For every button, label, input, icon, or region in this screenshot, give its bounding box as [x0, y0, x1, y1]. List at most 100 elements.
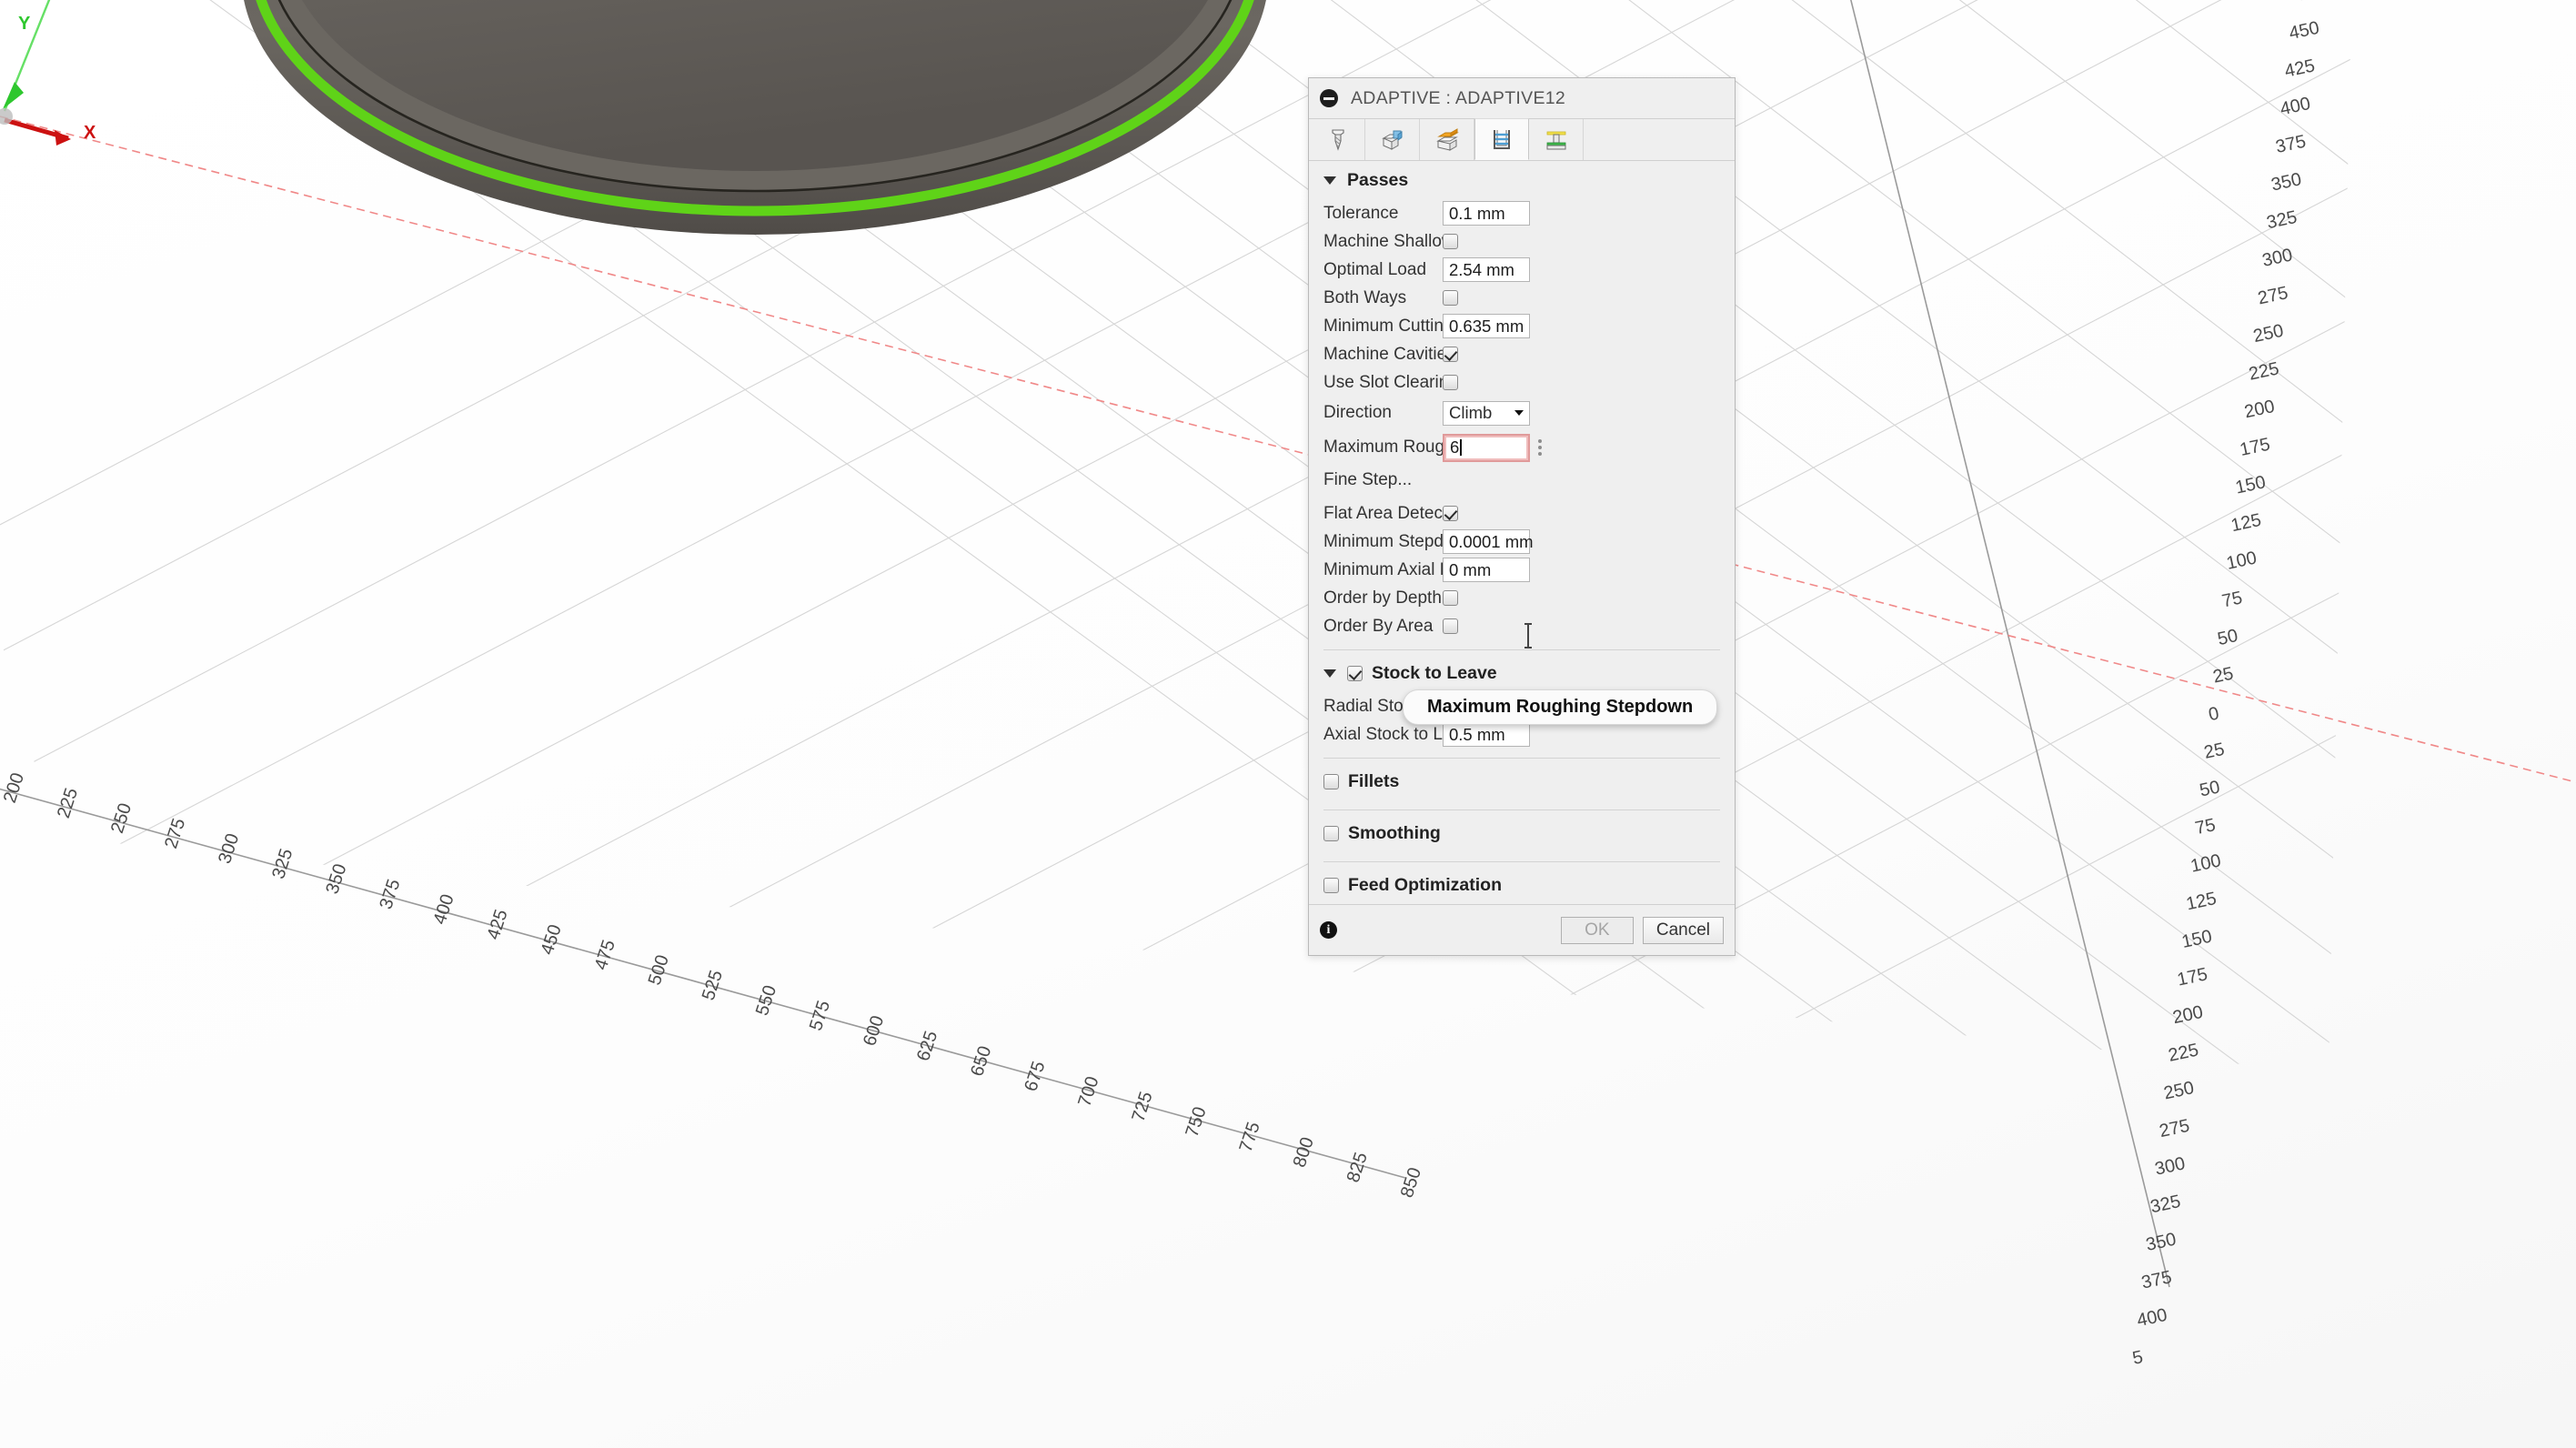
ruler-tick-label: 225: [54, 786, 82, 821]
checkbox-machine-cavities[interactable]: [1443, 347, 1458, 362]
dialog-header[interactable]: ADAPTIVE : ADAPTIVE12: [1309, 78, 1735, 119]
checkbox-both-ways[interactable]: [1443, 290, 1458, 306]
ruler-tick-label: 200: [0, 770, 28, 806]
checkbox-use-slot-clearing[interactable]: [1443, 375, 1458, 390]
section-divider-2: [1323, 758, 1720, 759]
row-minimum-cutting-radius[interactable]: Minimum Cutting I... 0.635 mm: [1309, 312, 1735, 340]
ruler-tick-label: 75: [2220, 588, 2244, 611]
passes-tab[interactable]: [1474, 118, 1529, 160]
select-direction[interactable]: Climb: [1443, 400, 1530, 426]
ruler-tick-label: 800: [1290, 1135, 1318, 1171]
dialog-body: Passes Tolerance 0.1 mm Machine Shallow …: [1309, 161, 1735, 904]
row-tolerance[interactable]: Tolerance 0.1 mm: [1309, 199, 1735, 227]
tool-tab[interactable]: [1311, 119, 1365, 160]
dialog-title: ADAPTIVE : ADAPTIVE12: [1351, 87, 1566, 108]
label-tolerance: Tolerance: [1323, 203, 1399, 223]
ruler-tick-label: 650: [967, 1043, 995, 1079]
caret-down-icon[interactable]: [1323, 669, 1336, 678]
row-fine-stepdown[interactable]: Fine Step...: [1309, 466, 1735, 494]
row-minimum-stepdown[interactable]: Minimum Stepdown 0.0001 mm: [1309, 528, 1735, 556]
ruler-tick-label: 750: [1182, 1104, 1211, 1140]
geometry-tab[interactable]: [1365, 119, 1420, 160]
caret-down-icon[interactable]: [1323, 176, 1336, 185]
cad-viewport[interactable]: X Y 450 425 400 375 350 325 300 275 250 …: [0, 0, 2576, 1448]
row-direction[interactable]: Direction Climb: [1309, 397, 1735, 429]
row-use-slot-clearing[interactable]: Use Slot Clearing: [1309, 368, 1735, 397]
input-tolerance[interactable]: 0.1 mm: [1443, 201, 1530, 226]
ruler-tick-label: 225: [2167, 1040, 2200, 1065]
ruler-tick-label: 425: [2283, 55, 2317, 81]
heights-tab[interactable]: [1420, 119, 1474, 160]
section-feed-optimization[interactable]: Feed Optimization: [1309, 866, 1735, 904]
row-maximum-roughing-stepdown[interactable]: Maximum Roughin... 6: [1309, 429, 1735, 466]
adaptive-clearing-dialog[interactable]: ADAPTIVE : ADAPTIVE12 Passes Tolerance 0…: [1308, 77, 1736, 956]
collapse-circle-icon[interactable]: [1320, 89, 1338, 107]
select-direction-value: Climb: [1449, 403, 1493, 422]
section-smoothing[interactable]: Smoothing: [1309, 814, 1735, 852]
ruler-tick-label: 325: [268, 846, 297, 881]
dialog-tab-strip[interactable]: [1309, 118, 1735, 161]
chevron-down-icon[interactable]: [1514, 410, 1524, 416]
row-minimum-axial-engagement[interactable]: Minimum Axial Eng... 0 mm: [1309, 556, 1735, 584]
input-minimum-stepdown[interactable]: 0.0001 mm: [1443, 529, 1534, 554]
ruler-tick-label: 725: [1128, 1090, 1156, 1125]
ruler-tick-label: 375: [2274, 132, 2308, 157]
passes-group-header[interactable]: Passes: [1309, 161, 1735, 199]
row-both-ways[interactable]: Both Ways: [1309, 284, 1735, 312]
label-use-slot-clearing: Use Slot Clearing: [1323, 372, 1443, 392]
cancel-button[interactable]: Cancel: [1642, 916, 1724, 944]
ruler-tick-label: 300: [215, 831, 243, 867]
row-order-by-depth[interactable]: Order by Depth: [1309, 584, 1735, 612]
dialog-footer: i OK Cancel: [1309, 904, 1735, 955]
input-maximum-roughing-stepdown[interactable]: 6: [1443, 433, 1530, 462]
ruler-tick-label: 550: [752, 983, 780, 1019]
ruler-tick-label: 450: [538, 922, 566, 958]
label-machine-cavities: Machine Cavities: [1323, 344, 1443, 364]
ruler-tick-label: 175: [2176, 964, 2209, 990]
row-flat-area-detection[interactable]: Flat Area Detection: [1309, 499, 1735, 528]
section-divider-3: [1323, 809, 1720, 810]
ruler-tick-label: 350: [2269, 169, 2303, 195]
label-fine-stepdown: Fine Step...: [1323, 469, 1413, 489]
checkbox-order-by-area[interactable]: [1443, 618, 1458, 634]
ruler-tick-label: 475: [2292, 0, 2326, 6]
ruler-tick-label: 25: [2211, 664, 2235, 688]
checkbox-machine-shallow-areas[interactable]: [1443, 234, 1458, 249]
ok-button[interactable]: OK: [1560, 916, 1634, 944]
label-order-by-depth: Order by Depth: [1323, 588, 1442, 608]
section-divider-4: [1323, 861, 1720, 862]
row-machine-cavities[interactable]: Machine Cavities: [1309, 340, 1735, 368]
label-smoothing: Smoothing: [1348, 822, 1441, 843]
label-direction: Direction: [1323, 403, 1392, 422]
ruler-tick-label: 200: [2171, 1002, 2205, 1028]
checkbox-flat-area-detection[interactable]: [1443, 506, 1458, 521]
linking-tab[interactable]: [1529, 119, 1584, 160]
stock-to-leave-label: Stock to Leave: [1372, 662, 1497, 683]
row-optimal-load[interactable]: Optimal Load 2.54 mm: [1309, 256, 1735, 284]
ruler-tick-label: 125: [2229, 510, 2263, 536]
text-ibeam-cursor: [1524, 623, 1532, 649]
section-fillets[interactable]: Fillets: [1309, 762, 1735, 800]
info-icon[interactable]: i: [1320, 921, 1337, 939]
stock-to-leave-header[interactable]: Stock to Leave: [1309, 654, 1735, 692]
label-axial-stock-to-leave: Axial Stock to Leave: [1323, 724, 1443, 744]
input-minimum-axial-engagement[interactable]: 0 mm: [1443, 558, 1530, 582]
endmill-tool-icon: [1331, 128, 1344, 151]
row-machine-shallow-areas[interactable]: Machine Shallow A...: [1309, 227, 1735, 256]
checkbox-stock-to-leave[interactable]: [1347, 665, 1363, 681]
input-axial-stock-to-leave[interactable]: 0.5 mm: [1443, 722, 1530, 747]
checkbox-feed-optimization[interactable]: [1323, 877, 1339, 893]
ruler-tick-label: 50: [2216, 626, 2239, 649]
label-both-ways: Both Ways: [1323, 287, 1407, 307]
measurement-rulers: 4754504254003753503253002752502252001751…: [0, 0, 2326, 1369]
ruler-tick-label: 400: [2279, 94, 2312, 119]
checkbox-order-by-depth[interactable]: [1443, 590, 1458, 606]
input-minimum-cutting-radius[interactable]: 0.635 mm: [1443, 314, 1530, 338]
more-options-icon[interactable]: [1538, 439, 1542, 456]
input-optimal-load[interactable]: 2.54 mm: [1443, 257, 1530, 282]
checkbox-smoothing[interactable]: [1323, 825, 1339, 841]
linking-icon: [1546, 131, 1565, 149]
ruler-tick-label: 100: [2189, 850, 2222, 876]
checkbox-fillets[interactable]: [1323, 773, 1339, 789]
ruler-tick-label: 850: [1397, 1165, 1425, 1201]
